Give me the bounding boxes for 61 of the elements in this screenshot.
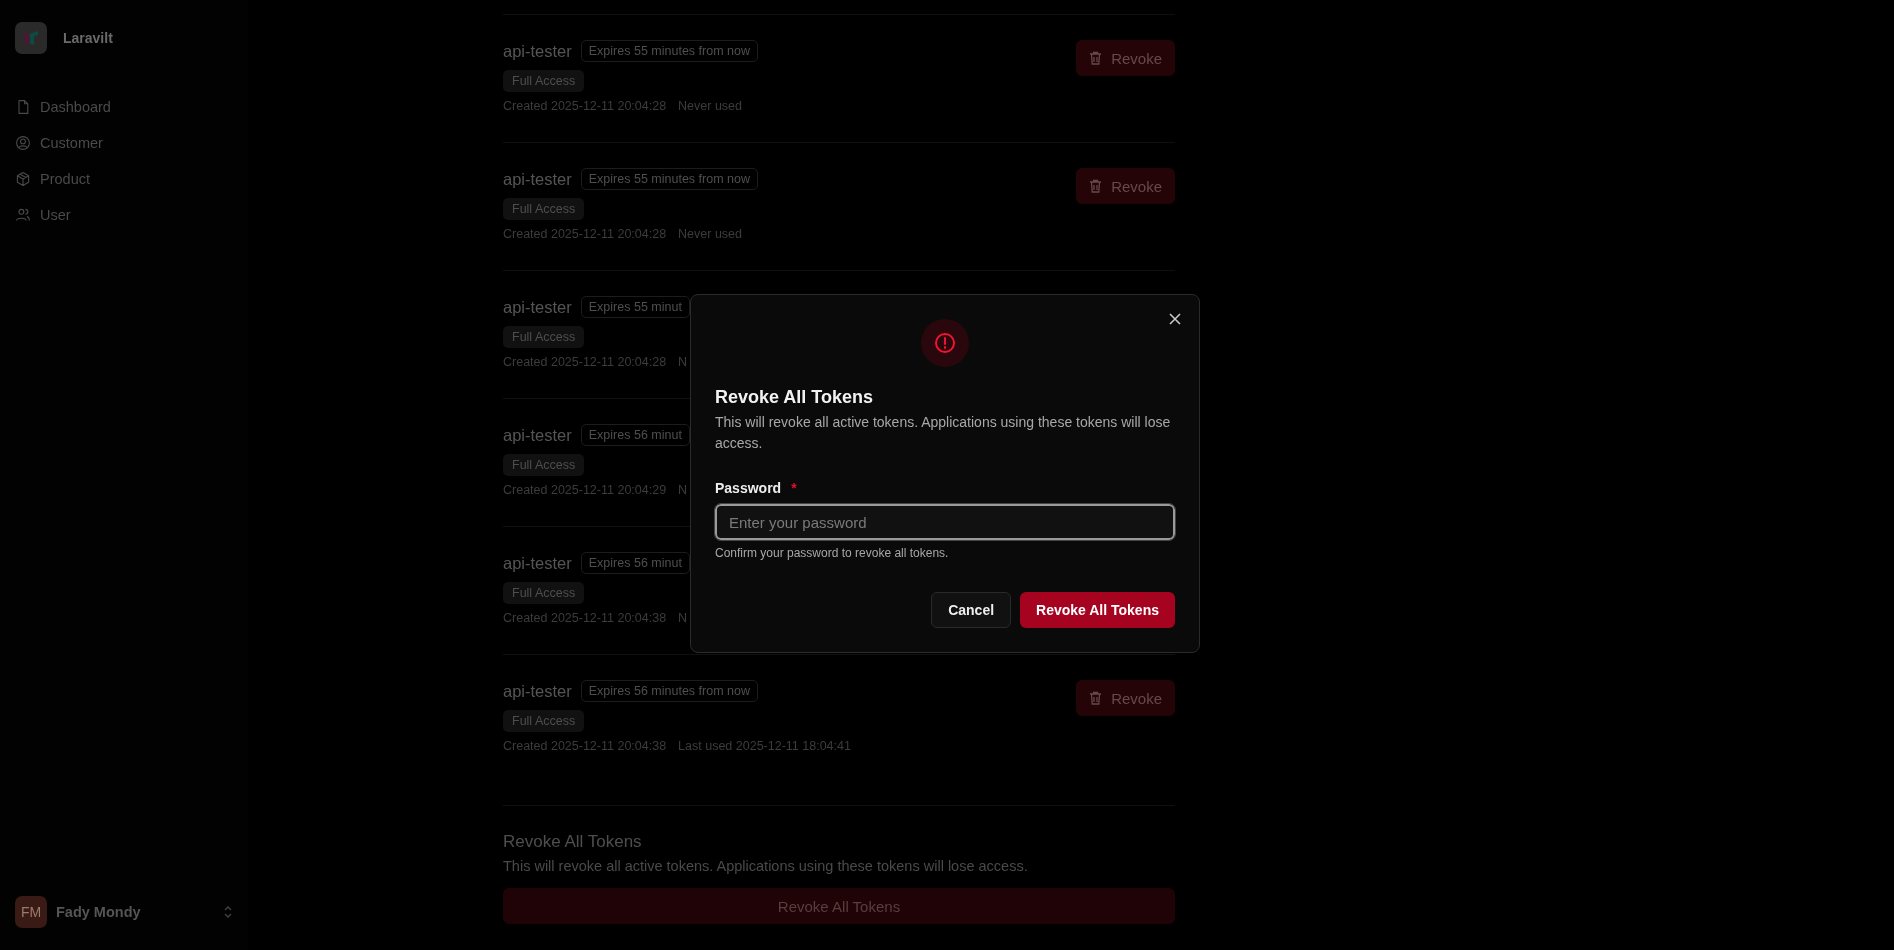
usage-text: N [678,611,688,625]
revoke-button[interactable]: Revoke [1076,168,1175,204]
token-name: api-tester [503,297,572,317]
usage-text: N [678,483,688,497]
ability-tag: Full Access [503,710,585,732]
expiry-tag: Expires 56 minutes from now [580,680,758,702]
users-icon [15,207,31,223]
ability-tag: Full Access [503,198,585,220]
expiry-tag: Expires 55 minutes from now [580,168,758,190]
ability-tag: Full Access [503,326,585,348]
trash-icon [1089,51,1103,65]
token-name: api-tester [503,41,572,61]
token-name: api-tester [503,169,572,189]
nav-item[interactable]: Dashboard [15,95,233,119]
trash-icon [1089,179,1103,193]
ability-tag: Full Access [503,454,585,476]
dialog-description: This will revoke all active tokens. Applications using these tokens will lose access. [715,413,1172,453]
ability-tag: Full Access [503,70,585,92]
revoke-all-button[interactable]: Revoke All Tokens [503,888,1175,924]
token-name: api-tester [503,553,572,573]
user-avatar: FM [15,896,47,928]
expiry-tag: Expires 56 minut [580,552,690,574]
created-date: Created 2025-12-11 20:04:38 [503,739,667,753]
trash-icon [1089,691,1103,705]
revoke-button[interactable]: Revoke [1076,40,1175,76]
brand-name: Laravilt [63,30,113,46]
confirm-button[interactable]: Revoke All Tokens [1020,592,1175,628]
close-icon[interactable] [1168,312,1182,326]
file-icon [15,99,31,115]
expiry-tag: Expires 55 minut [580,296,690,318]
app-logo [15,22,47,54]
token-name: api-tester [503,681,572,701]
section-description: This will revoke all active tokens. Applications using these tokens will lose access. [503,858,1029,874]
alert-icon [934,332,956,354]
expiry-tag: Expires 56 minut [580,424,690,446]
field-label: Password [715,480,782,496]
nav-item[interactable]: User [15,203,233,227]
token-name: api-tester [503,425,572,445]
usage-text: Never used [678,227,743,241]
field-hint: Confirm your password to revoke all tokens. [715,546,950,560]
nav-item[interactable]: Product [15,167,233,191]
user-name: Fady Mondy [56,904,142,920]
ability-tag: Full Access [503,582,585,604]
created-date: Created 2025-12-11 20:04:28 [503,227,667,241]
created-date: Created 2025-12-11 20:04:28 [503,355,667,369]
usage-text: N [678,355,688,369]
nav-item[interactable]: Customer [15,131,233,155]
section-title: Revoke All Tokens [503,832,643,852]
password-field[interactable]: Enter your password [715,504,1175,540]
created-date: Created 2025-12-11 20:04:38 [503,611,667,625]
revoke-button[interactable]: Revoke [1076,680,1175,716]
box-icon [15,171,31,187]
created-date: Created 2025-12-11 20:04:29 [503,483,667,497]
cancel-button[interactable]: Cancel [931,592,1012,628]
usage-text: Never used [678,99,743,113]
required-mark: * [791,480,797,496]
expiry-tag: Expires 55 minutes from now [580,40,758,62]
created-date: Created 2025-12-11 20:04:28 [503,99,667,113]
user-circle-icon [15,135,31,151]
usage-text: Last used 2025-12-11 18:04:41 [678,739,851,753]
dialog-title: Revoke All Tokens [715,387,875,408]
